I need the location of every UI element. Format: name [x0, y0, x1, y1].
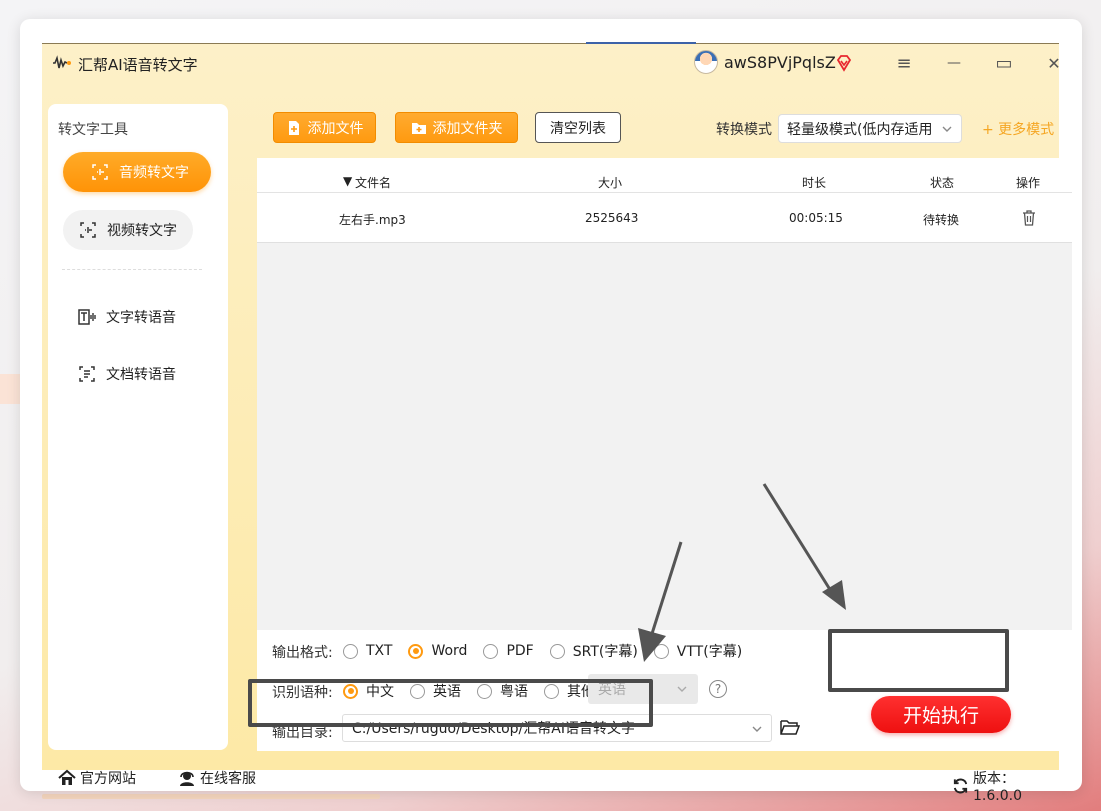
menu-icon[interactable]: ≡: [890, 50, 918, 76]
add-file-label: 添加文件: [307, 120, 364, 137]
audio-scan-icon: [92, 164, 108, 180]
headset-icon: [180, 771, 194, 786]
sidebar-item-label: 音频转文字: [119, 165, 189, 181]
chevron-down-icon: [752, 726, 762, 732]
format-label: 输出格式:: [272, 645, 333, 661]
text-to-speech-icon: [78, 309, 96, 325]
chevron-down-icon: [677, 686, 687, 692]
maximize-icon[interactable]: ▭: [990, 50, 1018, 76]
mode-label: 转换模式: [716, 122, 772, 138]
format-radio-vtt[interactable]: VTT(字幕): [653, 641, 742, 661]
sidebar-item-doc-to-speech[interactable]: 文档转语音: [78, 362, 176, 386]
sort-desc-icon[interactable]: ▼: [343, 174, 352, 188]
doc-to-speech-icon: [79, 366, 95, 382]
add-folder-label: 添加文件夹: [432, 120, 503, 137]
column-header-duration[interactable]: 时长: [802, 174, 826, 191]
refresh-icon[interactable]: [952, 777, 969, 795]
row-filename: 左右手.mp3: [339, 213, 406, 227]
format-radio-txt[interactable]: TXT: [343, 643, 392, 659]
mode-select[interactable]: 轻量级模式(低内存适用: [778, 114, 962, 143]
title-bar: 汇帮AI语音转文字 awS8PVjPqlsZ ≡ — ▭ ✕: [42, 44, 1061, 82]
waveform-logo-icon: [53, 55, 71, 69]
row-size: 2525643: [585, 211, 639, 225]
support-label: 在线客服: [200, 771, 256, 787]
format-radio-word[interactable]: Word: [408, 643, 467, 659]
trash-icon[interactable]: [1022, 210, 1036, 226]
sidebar-divider: [62, 269, 202, 270]
mode-select-value: 轻量级模式(低内存适用: [787, 121, 933, 138]
format-radio-pdf[interactable]: PDF: [483, 643, 534, 659]
format-radio-group: TXT Word PDF SRT(字幕) VTT(字幕): [343, 641, 758, 661]
add-folder-button[interactable]: 添加文件夹: [395, 112, 518, 143]
username[interactable]: awS8PVjPqlsZ: [724, 53, 836, 72]
annotation-box-output-dir: [248, 679, 653, 727]
sidebar: 转文字工具 音频转文字 视频转文字 文字转语音 文档转语音: [48, 104, 228, 750]
version-label: 版本：1.6.0.0: [973, 771, 1022, 804]
sidebar-item-label: 文档转语音: [106, 367, 176, 383]
start-button[interactable]: 开始执行: [871, 696, 1011, 733]
official-website-link[interactable]: 官方网站: [58, 768, 136, 788]
table-row[interactable]: 左右手.mp3 2525643 00:05:15 待转换: [257, 193, 1072, 243]
column-header-status: 状态: [930, 176, 955, 190]
format-radio-srt[interactable]: SRT(字幕): [549, 641, 638, 661]
home-icon: [58, 769, 76, 785]
app-title: 汇帮AI语音转文字: [78, 56, 198, 74]
chevron-down-icon: [942, 126, 952, 132]
user-avatar[interactable]: [694, 50, 718, 74]
annotation-box-start: [828, 629, 1009, 692]
sidebar-item-text-to-speech[interactable]: 文字转语音: [78, 305, 176, 329]
column-header-action: 操作: [1016, 176, 1041, 190]
add-file-icon: [288, 120, 299, 135]
column-header-size[interactable]: 大小: [598, 174, 622, 191]
sidebar-item-label: 视频转文字: [107, 223, 177, 239]
clear-list-button[interactable]: 清空列表: [535, 112, 621, 143]
table-header: ▼ 文件名 大小 时长 状态 操作: [257, 158, 1072, 193]
video-scan-icon: [80, 222, 96, 238]
more-modes-link[interactable]: + 更多模式: [982, 119, 1054, 139]
sidebar-item-audio-to-text[interactable]: 音频转文字: [63, 152, 211, 192]
sidebar-item-video-to-text[interactable]: 视频转文字: [63, 210, 193, 250]
sidebar-header: 转文字工具: [58, 122, 128, 138]
online-support-link[interactable]: 在线客服: [178, 768, 256, 788]
website-label: 官方网站: [80, 771, 136, 787]
row-status: 待转换: [923, 213, 960, 227]
close-icon[interactable]: ✕: [1040, 50, 1068, 76]
file-table: ▼ 文件名 大小 时长 状态 操作 左右手.mp3 2525643 00:05:…: [257, 158, 1072, 630]
add-folder-icon: [411, 122, 426, 134]
vip-diamond-icon[interactable]: [835, 54, 853, 72]
taskbar-strip: [42, 794, 380, 799]
add-file-button[interactable]: 添加文件: [273, 112, 376, 143]
version-info: 版本：1.6.0.0: [952, 768, 1059, 804]
column-header-filename[interactable]: 文件名: [355, 174, 391, 191]
help-icon[interactable]: ?: [709, 680, 727, 698]
minimize-icon[interactable]: —: [940, 50, 968, 76]
top-accent-line: [586, 42, 696, 44]
background-strip: [0, 374, 20, 404]
row-duration: 00:05:15: [789, 211, 843, 225]
folder-open-icon[interactable]: [780, 718, 800, 736]
sidebar-item-label: 文字转语音: [106, 310, 176, 326]
